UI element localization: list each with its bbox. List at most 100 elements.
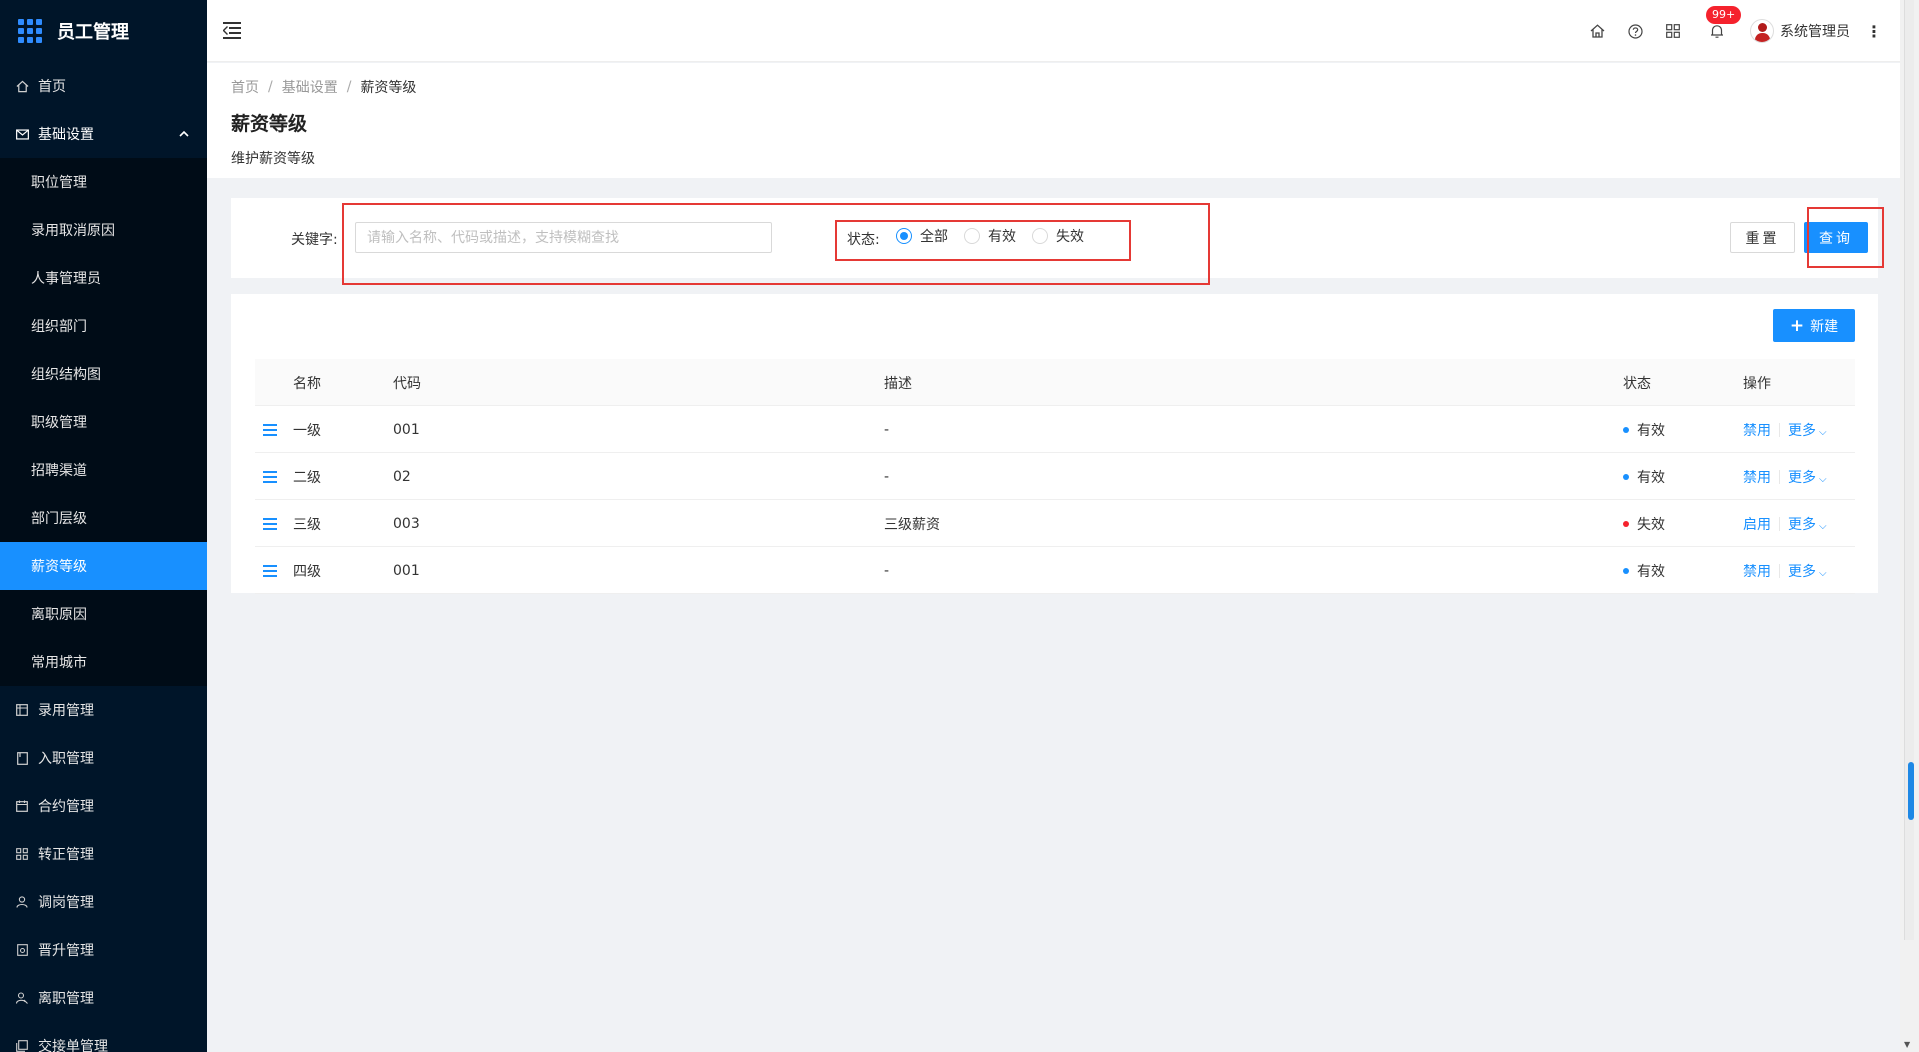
radio-label: 全部: [920, 229, 948, 245]
sidebar-item-label: 合约管理: [38, 799, 94, 815]
cell-code: 003: [393, 515, 420, 532]
cell-desc: -: [884, 421, 890, 438]
status-radio-valid[interactable]: 有效: [964, 226, 1016, 246]
breadcrumb-current: 薪资等级: [360, 80, 417, 96]
more-label: 更多: [1788, 422, 1816, 439]
new-button[interactable]: + 新建: [1773, 309, 1855, 342]
toggle-link[interactable]: 禁用: [1743, 420, 1771, 440]
drag-handle-icon[interactable]: [263, 453, 277, 500]
sidebar-item-regularization[interactable]: 转正管理: [0, 830, 207, 878]
user-name[interactable]: 系统管理员: [1780, 21, 1850, 41]
sidebar-subitem[interactable]: 招聘渠道: [0, 446, 207, 494]
toggle-link[interactable]: 启用: [1743, 514, 1771, 534]
query-button[interactable]: 查询: [1804, 222, 1868, 253]
column-ops: 操作: [1743, 375, 1771, 392]
drag-handle-icon[interactable]: [263, 500, 277, 547]
calendar-icon: [15, 703, 29, 717]
divider: [1779, 563, 1780, 578]
cell-status: 有效: [1623, 406, 1665, 453]
more-link[interactable]: 更多 ⌵: [1788, 467, 1827, 487]
sidebar-item-label: 转正管理: [38, 847, 94, 863]
breadcrumb-basic-settings[interactable]: 基础设置: [282, 77, 338, 97]
more-link[interactable]: 更多 ⌵: [1788, 514, 1827, 534]
breadcrumb: 首页 / 基础设置 / 薪资等级: [231, 77, 1900, 97]
apps-icon[interactable]: [1662, 20, 1684, 42]
sidebar-subitem-label: 招聘渠道: [31, 463, 87, 479]
sidebar-subitem[interactable]: 组织部门: [0, 302, 207, 350]
bell-icon[interactable]: 99+: [1706, 6, 1742, 42]
plus-icon: +: [1789, 315, 1805, 336]
sidebar-item-label: 离职管理: [38, 991, 94, 1007]
help-icon[interactable]: [1624, 20, 1646, 42]
sidebar-item-label: 首页: [38, 79, 66, 95]
sidebar-subitem-salary-grade[interactable]: 薪资等级: [0, 542, 207, 590]
more-vertical-icon[interactable]: ⋮: [1866, 22, 1882, 41]
breadcrumb-home[interactable]: 首页: [231, 77, 259, 97]
sidebar-item-resignation[interactable]: 离职管理: [0, 974, 207, 1022]
sidebar-subitem[interactable]: 离职原因: [0, 590, 207, 638]
sidebar-subitem-label: 人事管理员: [31, 271, 101, 287]
sidebar-item-basic-settings[interactable]: 基础设置: [0, 110, 207, 158]
scroll-down-arrow-icon[interactable]: ▼: [1904, 1040, 1910, 1049]
drag-handle-icon[interactable]: [263, 406, 277, 453]
drag-handle-icon[interactable]: [263, 547, 277, 594]
cell-ops: 禁用 更多 ⌵: [1743, 547, 1827, 594]
file-icon: [15, 751, 29, 765]
reset-button[interactable]: 重置: [1730, 222, 1795, 253]
sidebar-item-contract[interactable]: 合约管理: [0, 782, 207, 830]
apps-grid-icon: [18, 19, 42, 43]
sidebar-item-label: 交接单管理: [38, 1039, 108, 1052]
more-link[interactable]: 更多 ⌵: [1788, 420, 1827, 440]
home-icon: [15, 79, 29, 93]
brand-title: 员工管理: [57, 22, 129, 43]
chevron-up-icon: [179, 127, 189, 140]
sidebar-subitem[interactable]: 组织结构图: [0, 350, 207, 398]
sidebar-item-promotion[interactable]: 晋升管理: [0, 926, 207, 974]
scrollbar-thumb[interactable]: [1908, 762, 1914, 820]
brand: 员工管理: [0, 0, 207, 62]
cell-code: 001: [393, 562, 420, 579]
sidebar-item-home[interactable]: 首页: [0, 62, 207, 110]
status-dot: [1623, 567, 1629, 574]
doc-icon: [15, 943, 29, 957]
menu-fold-icon[interactable]: [223, 21, 243, 39]
home-icon[interactable]: [1586, 20, 1608, 42]
sidebar-item-transfer[interactable]: 调岗管理: [0, 878, 207, 926]
submenu-basic-settings: 职位管理 录用取消原因 人事管理员 组织部门 组织结构图 职级管理 招聘渠道 部…: [0, 158, 207, 686]
sidebar-item-label: 基础设置: [38, 127, 94, 143]
status-radio-all[interactable]: 全部: [896, 226, 948, 246]
sidebar-subitem-label: 薪资等级: [31, 559, 87, 575]
avatar[interactable]: [1750, 19, 1774, 43]
more-label: 更多: [1788, 563, 1816, 580]
keyword-input[interactable]: [355, 222, 772, 253]
sidebar-subitem[interactable]: 人事管理员: [0, 254, 207, 302]
more-link[interactable]: 更多 ⌵: [1788, 561, 1827, 581]
filter-panel: 关键字: 状态: 全部 有效 失效 重置 查询: [231, 198, 1878, 278]
sidebar-item-hiring[interactable]: 录用管理: [0, 686, 207, 734]
breadcrumb-separator: /: [346, 79, 352, 95]
salary-grade-table: 名称 代码 描述 状态 操作 一级 001 - 有效 禁用 更多 ⌵ 二级 02 -…: [255, 359, 1855, 594]
cell-desc: -: [884, 562, 890, 579]
sidebar-subitem[interactable]: 职位管理: [0, 158, 207, 206]
radio-circle: [896, 228, 912, 244]
more-label: 更多: [1788, 516, 1816, 533]
sidebar-subitem[interactable]: 录用取消原因: [0, 206, 207, 254]
sidebar-subitem[interactable]: 部门层级: [0, 494, 207, 542]
cell-status: 有效: [1623, 453, 1665, 500]
sidebar-item-label: 录用管理: [38, 703, 94, 719]
status-radio-invalid[interactable]: 失效: [1032, 226, 1084, 246]
cell-ops: 禁用 更多 ⌵: [1743, 453, 1827, 500]
sidebar-item-onboarding[interactable]: 入职管理: [0, 734, 207, 782]
sidebar-item-handover[interactable]: 交接单管理: [0, 1022, 207, 1052]
column-status: 状态: [1623, 375, 1651, 392]
toggle-link[interactable]: 禁用: [1743, 561, 1771, 581]
sidebar-subitem[interactable]: 职级管理: [0, 398, 207, 446]
status-text: 有效: [1637, 422, 1665, 439]
sidebar-subitem[interactable]: 常用城市: [0, 638, 207, 686]
status-text: 失效: [1637, 516, 1665, 533]
sidebar-subitem-label: 部门层级: [31, 511, 87, 527]
breadcrumb-separator: /: [268, 79, 273, 95]
toggle-link[interactable]: 禁用: [1743, 467, 1771, 487]
table-row: 二级 02 - 有效 禁用 更多 ⌵: [255, 453, 1855, 500]
top-header: 99+ 系统管理员 ⋮: [207, 0, 1900, 62]
